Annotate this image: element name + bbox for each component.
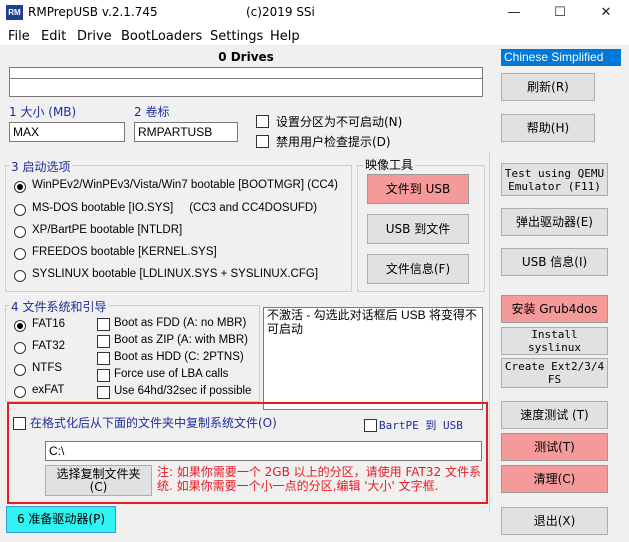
eject-drive-button[interactable]: 弹出驱动器(E) xyxy=(501,208,608,236)
language-dropdown[interactable]: Chinese Simplified xyxy=(501,49,621,66)
minimize-icon[interactable]: — xyxy=(491,0,537,26)
menu-settings[interactable]: Settings xyxy=(210,29,263,44)
clean-button[interactable]: 清理(C) xyxy=(501,465,608,493)
size-warning: 注: 如果你需要一个 2GB 以上的分区，请使用 FAT32 文件系统. 如果你… xyxy=(157,465,481,493)
boot-options-title: 3 启动选项 xyxy=(9,158,73,175)
fs-ntfs-radio[interactable] xyxy=(14,364,26,376)
no-prompt-checkbox[interactable] xyxy=(256,135,269,148)
menu-edit[interactable]: Edit xyxy=(41,29,66,44)
boot-option-radio-3[interactable] xyxy=(14,226,26,238)
menu-bootloaders[interactable]: BootLoaders xyxy=(121,29,202,44)
bartpe-checkbox[interactable] xyxy=(364,419,377,432)
boot-zip-checkbox[interactable] xyxy=(97,335,110,348)
size-label: 1 大小 (MB) xyxy=(9,105,77,119)
bartpe-label: BartPE 到 USB xyxy=(379,419,463,432)
lba-label: Force use of LBA calls xyxy=(114,368,229,380)
copy-files-checkbox[interactable] xyxy=(13,417,26,430)
fs-exfat-radio[interactable] xyxy=(14,386,26,398)
boot-option-label-4: FREEDOS bootable [KERNEL.SYS] xyxy=(32,246,217,258)
menu-help[interactable]: Help xyxy=(270,29,300,44)
choose-folder-label-1: 选择复制文件夹 xyxy=(56,466,141,481)
side-divider xyxy=(489,152,490,512)
no-boot-checkbox[interactable] xyxy=(256,115,269,128)
create-ext-button[interactable]: Create Ext2/3/4 FS xyxy=(501,358,608,388)
boot-option-label-1: WinPEv2/WinPEv3/Vista/Win7 bootable [BOO… xyxy=(32,179,338,191)
close-icon[interactable]: ✕ xyxy=(583,0,629,26)
menu-file[interactable]: File xyxy=(8,29,30,44)
app-icon: RM xyxy=(6,5,23,20)
boot-option-radio-2[interactable] xyxy=(14,204,26,216)
boot-option-label-2: MS-DOS bootable [IO.SYS] (CC3 and CC4DOS… xyxy=(32,202,318,214)
size-input[interactable]: MAX xyxy=(9,122,125,142)
qemu-test-button[interactable]: Test using QEMU Emulator (F11) xyxy=(501,163,608,196)
qemu-label-2: Emulator (F11) xyxy=(508,179,601,193)
hd64-checkbox[interactable] xyxy=(97,386,110,399)
hd64-label: Use 64hd/32sec if possible xyxy=(114,385,252,397)
fs-fat32-label: FAT32 xyxy=(32,340,66,352)
speed-test-button[interactable]: 速度测试 (T) xyxy=(501,401,608,429)
file-info-button[interactable]: 文件信息(F) xyxy=(367,254,469,284)
lba-checkbox[interactable] xyxy=(97,369,110,382)
maximize-icon[interactable]: ☐ xyxy=(537,0,583,26)
create-ext-label-2: FS xyxy=(547,373,562,386)
test-button[interactable]: 测试(T) xyxy=(501,433,608,461)
fs-fat16-radio[interactable] xyxy=(14,320,26,332)
usb-to-file-button[interactable]: USB 到文件 xyxy=(367,214,469,244)
boot-option-radio-5[interactable] xyxy=(14,270,26,282)
help-button[interactable]: 帮助(H) xyxy=(501,114,595,142)
drives-count: 0 Drives xyxy=(218,50,274,64)
choose-folder-label-2: (C) xyxy=(89,479,108,494)
choose-folder-button[interactable]: 选择复制文件夹 (C) xyxy=(45,465,152,496)
boot-fdd-checkbox[interactable] xyxy=(97,318,110,331)
boot-option-label-5: SYSLINUX bootable [LDLINUX.SYS + SYSLINU… xyxy=(32,268,319,280)
refresh-button[interactable]: 刷新(R) xyxy=(501,73,595,101)
file-to-usb-button[interactable]: 文件到 USB xyxy=(367,174,469,204)
boot-fdd-label: Boot as FDD (A: no MBR) xyxy=(114,317,247,329)
install-syslinux-button[interactable]: Install syslinux xyxy=(501,327,608,355)
boot-option-radio-4[interactable] xyxy=(14,248,26,260)
boot-zip-label: Boot as ZIP (A: with MBR) xyxy=(114,334,248,346)
exit-button[interactable]: 退出(X) xyxy=(501,507,608,535)
no-boot-label: 设置分区为不可启动(N) xyxy=(276,115,403,129)
install-grub4dos-button[interactable]: 安装 Grub4dos xyxy=(501,295,608,323)
create-ext-label-1: Create Ext2/3/4 xyxy=(504,360,605,373)
volume-input[interactable]: RMPARTUSB xyxy=(134,122,238,142)
fs-fat32-radio[interactable] xyxy=(14,342,26,354)
volume-label: 2 卷标 xyxy=(134,105,170,119)
image-tools-title: 映像工具 xyxy=(363,156,416,173)
status-note: 不激活 - 勾选此对话框后 USB 将变得不可启动 xyxy=(263,307,483,410)
drive-list[interactable] xyxy=(9,67,483,97)
copyright-text: (c)2019 SSi xyxy=(246,5,315,19)
qemu-label-1: Test using QEMU xyxy=(504,166,605,180)
fs-fat16-label: FAT16 xyxy=(32,318,66,330)
copy-files-label: 在格式化后从下面的文件夹中复制系统文件(O) xyxy=(30,416,277,430)
boot-option-radio-1[interactable] xyxy=(14,181,26,193)
filesystem-title: 4 文件系统和引导 xyxy=(9,298,109,315)
copy-folder-input[interactable]: C:\ xyxy=(45,441,482,461)
boot-option-label-3: XP/BartPE bootable [NTLDR] xyxy=(32,224,183,236)
usb-info-button[interactable]: USB 信息(I) xyxy=(501,248,608,276)
fs-exfat-label: exFAT xyxy=(32,384,65,396)
menu-drive[interactable]: Drive xyxy=(77,29,112,44)
fs-ntfs-label: NTFS xyxy=(32,362,63,374)
prepare-drive-button[interactable]: 6 准备驱动器(P) xyxy=(6,506,116,533)
boot-hdd-checkbox[interactable] xyxy=(97,352,110,365)
no-prompt-label: 禁用用户检查提示(D) xyxy=(276,135,391,149)
boot-hdd-label: Boot as HDD (C: 2PTNS) xyxy=(114,351,244,363)
window-title: RMPrepUSB v.2.1.745 xyxy=(28,5,158,19)
